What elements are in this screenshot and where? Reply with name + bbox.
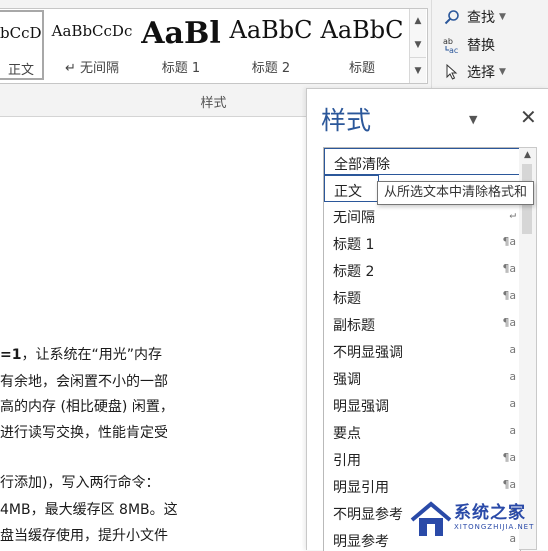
style-item-label: 引用 [333,453,361,469]
paragraph-return-icon: ↵ [509,208,516,221]
style-item-label: 全部清除 [334,157,390,173]
style-gallery-item[interactable]: AaBbCcDc ↵ 无间隔 [49,10,135,80]
select-button[interactable]: 选择 ▼ [442,61,506,83]
pane-title: 样式 [321,106,372,135]
gallery-more-icon[interactable]: ▼ [409,57,426,83]
style-list-item[interactable]: 标题 ¶a [324,283,520,310]
linked-style-icon: ¶a [502,478,516,491]
style-item-label: 明显参考 [333,534,389,550]
style-list-item[interactable]: 强调 a [324,364,520,391]
replace-button[interactable]: ab ac 替换 [442,34,495,56]
style-item-label: 明显引用 [333,480,389,496]
gallery-scroll-down-icon[interactable]: ▼ [409,33,426,57]
style-gallery-item[interactable]: AaBbC 标题 2 [227,10,315,80]
style-item-label: 标题 2 [333,264,375,280]
style-item-label: 明显强调 [333,399,389,415]
document-line: 行添加)，写入两行命令： [0,472,159,492]
line-text: 盘当缓存使用，提升小文件 [0,528,168,544]
style-item-label: 无间隔 [333,210,375,226]
watermark-url: XITONGZHIJIA.NET [454,523,535,531]
linked-style-icon: ¶a [502,289,516,302]
style-item-label: 副标题 [333,318,375,334]
style-gallery: bCcDc正文AaBbCcDc↵ 无间隔AaBl标题 1AaBbC标题 2AaB… [0,8,428,84]
style-list-item[interactable]: 标题 2 ¶a [324,256,520,283]
line-text: 4MB，最大缓存区 8MB。这 [0,502,178,518]
style-list-item[interactable]: 副标题 ¶a [324,310,520,337]
document-line: =1，让系统在“用光”内存 [0,344,162,364]
style-item-label: 标题 1 [333,237,375,253]
style-list-item[interactable]: 引用 ¶a [324,445,520,472]
line-text: 有余地，会闲置不小的一部 [0,374,168,390]
style-name: 标题 2 [251,61,291,76]
style-preview: AaBbC [229,16,313,44]
document-line: 高的内存 (相比硬盘) 闲置， [0,396,174,416]
tooltip: 从所选文本中清除格式和 [377,181,535,205]
style-name: 标题 [348,61,375,76]
character-style-icon: a [509,343,516,356]
style-preview: AaBbC [320,16,404,44]
replace-label: 替换 [467,38,495,54]
style-list: 全部清除正文无间隔 ↵ 标题 1 ¶a 标题 2 ¶a 标题 ¶a 副标题 ¶a 不明显强调 a 强调 a… [323,147,521,551]
style-item-label: 不明显参考 [333,507,403,523]
document-line: 4MB，最大缓存区 8MB。这 [0,499,178,519]
style-item-label: 正文 [334,184,362,200]
line-text: ，让系统在“用光”内存 [21,347,162,363]
character-style-icon: a [509,424,516,437]
find-label: 查找 [467,10,495,26]
linked-style-icon: ¶a [502,235,516,248]
style-gallery-item[interactable]: AaBbC 标题 [318,10,406,80]
style-item-label: 标题 [333,291,361,307]
linked-style-icon: ¶a [502,316,516,329]
style-list-item[interactable]: 明显引用 ¶a [324,472,520,499]
style-item-label: 要点 [333,426,361,442]
pane-options-dropdown-icon[interactable]: ▼ [469,113,477,126]
style-list-item[interactable]: 正文 [324,175,379,202]
line-text: 行添加)，写入两行命令： [0,475,160,491]
style-item-label: 不明显强调 [333,345,403,361]
find-button[interactable]: 查找 ▼ [442,6,506,28]
svg-text:ac: ac [449,46,458,54]
bold-text: =1 [0,347,22,363]
cursor-icon [442,64,462,80]
style-preview: AaBbCcDc [51,22,133,40]
style-name: 标题 1 [161,61,201,76]
chevron-down-icon: ▼ [499,12,506,22]
style-list-item[interactable]: 不明显强调 a [324,337,520,364]
linked-style-icon: ¶a [502,262,516,275]
style-gallery-item[interactable]: bCcDc 正文 [0,10,44,80]
style-item-label: 强调 [333,372,361,388]
scroll-up-icon[interactable]: ▲ [519,150,536,160]
style-list-item[interactable]: 标题 1 ¶a [324,229,520,256]
list-scrollbar[interactable]: ▲ [519,147,537,550]
chevron-down-icon: ▼ [499,67,506,77]
watermark-name: 系统之家 [454,503,526,523]
watermark-logo: 系统之家 XITONGZHIJIA.NET [410,496,548,544]
search-icon [442,9,462,25]
line-text: 高的内存 (相比硬盘) 闲置， [0,399,174,415]
style-list-item[interactable]: 明显强调 a [324,391,520,418]
svg-text:ab: ab [443,37,453,46]
style-name: 正文 [7,63,34,78]
style-name: ↵ 无间隔 [64,61,120,76]
styles-pane: 样式 ▼ ✕ 全部清除正文无间隔 ↵ 标题 1 ¶a 标题 2 ¶a 标题 ¶a 副标题 ¶a 不明… [306,88,548,551]
linked-style-icon: ¶a [502,451,516,464]
close-icon[interactable]: ✕ [520,105,537,129]
style-list-item[interactable]: 要点 a [324,418,520,445]
house-logo-icon [410,501,452,536]
gallery-scroll-up-icon[interactable]: ▲ [409,9,426,33]
style-gallery-item[interactable]: AaBl 标题 1 [138,10,224,80]
document-line: 盘当缓存使用，提升小文件 [0,525,168,545]
style-list-item[interactable]: 全部清除 [324,148,520,175]
style-preview: AaBl [141,16,221,51]
select-label: 选择 [467,65,495,81]
style-list-item[interactable]: 无间隔 ↵ [324,202,520,229]
character-style-icon: a [509,370,516,383]
style-preview: bCcDc [0,24,42,42]
document-line: 进行读写交换，性能肯定受 [0,422,168,442]
line-text: 进行读写交换，性能肯定受 [0,425,168,441]
replace-icon: ab ac [442,36,462,54]
document-line: 有余地，会闲置不小的一部 [0,371,168,391]
document-page[interactable]: =1，让系统在“用光”内存有余地，会闲置不小的一部 高的内存 (相比硬盘) 闲置，… [0,117,306,549]
character-style-icon: a [509,397,516,410]
